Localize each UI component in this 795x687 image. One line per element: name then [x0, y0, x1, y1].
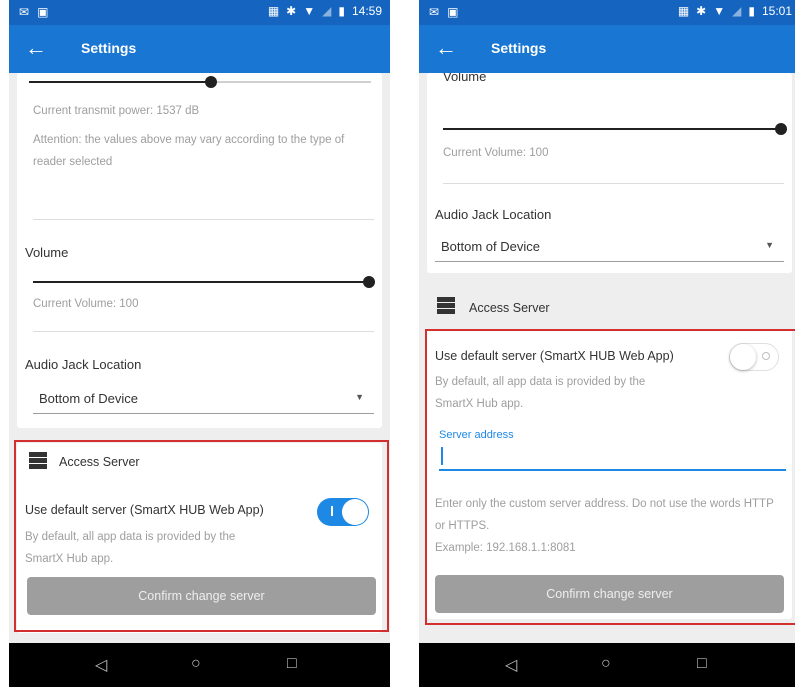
reader-settings-card: Volume Current Volume: 100 Audio Jack Lo…	[427, 73, 792, 273]
recents-nav-icon[interactable]: □	[287, 655, 297, 673]
notification-icon: ✉	[429, 5, 440, 19]
status-bar: ✉ ▣ ▦ ✱ ▼ ◢ ▮ 15:01	[419, 0, 795, 25]
wifi-icon: ▼	[303, 4, 316, 18]
battery-icon: ▮	[338, 4, 345, 18]
recents-nav-icon[interactable]: □	[697, 655, 707, 673]
highlight-box	[14, 440, 389, 632]
volume-current-text: Current Volume: 100	[33, 298, 139, 310]
signal-icon: ◢	[322, 4, 332, 18]
divider	[33, 331, 374, 332]
wifi-icon: ▼	[713, 4, 726, 18]
reader-settings-card: Current transmit power: 1537 dB Attentio…	[17, 73, 382, 428]
nfc-icon: ▦	[677, 4, 690, 18]
power-attention-text: Attention: the values above may vary acc…	[33, 134, 345, 168]
volume-slider-track[interactable]	[443, 128, 779, 130]
volume-current-text: Current Volume: 100	[443, 147, 549, 159]
highlight-box	[425, 329, 795, 625]
settings-scroll[interactable]: Current transmit power: 1537 dB Attentio…	[9, 73, 390, 643]
app-bar: ← Settings	[419, 25, 795, 73]
dropdown-arrow-icon: ▼	[765, 240, 774, 250]
audio-jack-value: Bottom of Device	[441, 239, 540, 254]
volume-slider-thumb[interactable]	[775, 123, 787, 135]
clock: 15:01	[761, 4, 792, 18]
bluetooth-icon: ✱	[286, 4, 297, 18]
status-bar: ✉ ▣ ▦ ✱ ▼ ◢ ▮ 14:59	[9, 0, 390, 25]
nfc-icon: ▦	[267, 4, 280, 18]
audio-jack-label: Audio Jack Location	[435, 207, 552, 222]
audio-jack-label: Audio Jack Location	[25, 357, 142, 372]
divider	[443, 183, 784, 184]
back-arrow-icon[interactable]: ←	[25, 36, 47, 60]
phone-screen-left: ✉ ▣ ▦ ✱ ▼ ◢ ▮ 14:59 ← Settings Current t…	[9, 0, 390, 687]
message-icon: ▣	[37, 5, 49, 19]
page-title: Settings	[81, 40, 137, 56]
message-icon: ▣	[447, 5, 459, 19]
phone-screen-right: ✉ ▣ ▦ ✱ ▼ ◢ ▮ 15:01 ← Settings Volume Cu…	[419, 0, 795, 687]
power-slider-track[interactable]	[29, 81, 211, 83]
divider	[33, 219, 374, 220]
power-slider-thumb[interactable]	[205, 76, 217, 88]
access-server-header: Access Server	[469, 301, 550, 315]
clock: 14:59	[351, 4, 382, 18]
power-slider-rest	[211, 81, 371, 83]
audio-jack-dropdown[interactable]: Bottom of Device ▼	[33, 385, 374, 414]
home-nav-icon[interactable]: ○	[191, 655, 201, 673]
settings-scroll[interactable]: Volume Current Volume: 100 Audio Jack Lo…	[419, 73, 795, 643]
volume-slider-track[interactable]	[33, 281, 367, 283]
app-bar: ← Settings	[9, 25, 390, 73]
volume-label: Volume	[25, 245, 69, 260]
volume-slider-thumb[interactable]	[363, 276, 375, 288]
home-nav-icon[interactable]: ○	[601, 655, 611, 673]
back-arrow-icon[interactable]: ←	[435, 36, 457, 60]
nav-bar: ◁ ○ □	[9, 643, 390, 687]
battery-icon: ▮	[748, 4, 755, 18]
audio-jack-dropdown[interactable]: Bottom of Device ▼	[435, 233, 784, 262]
notification-icon: ✉	[19, 5, 30, 19]
volume-label: Volume	[443, 73, 487, 84]
back-nav-icon[interactable]: ◁	[95, 655, 107, 675]
back-nav-icon[interactable]: ◁	[505, 655, 517, 675]
audio-jack-value: Bottom of Device	[39, 391, 138, 406]
power-current-text: Current transmit power: 1537 dB	[33, 105, 200, 117]
dropdown-arrow-icon: ▼	[355, 392, 364, 402]
server-icon	[437, 297, 455, 315]
nav-bar: ◁ ○ □	[419, 643, 795, 687]
signal-icon: ◢	[732, 4, 742, 18]
page-title: Settings	[491, 40, 547, 56]
bluetooth-icon: ✱	[696, 4, 707, 18]
